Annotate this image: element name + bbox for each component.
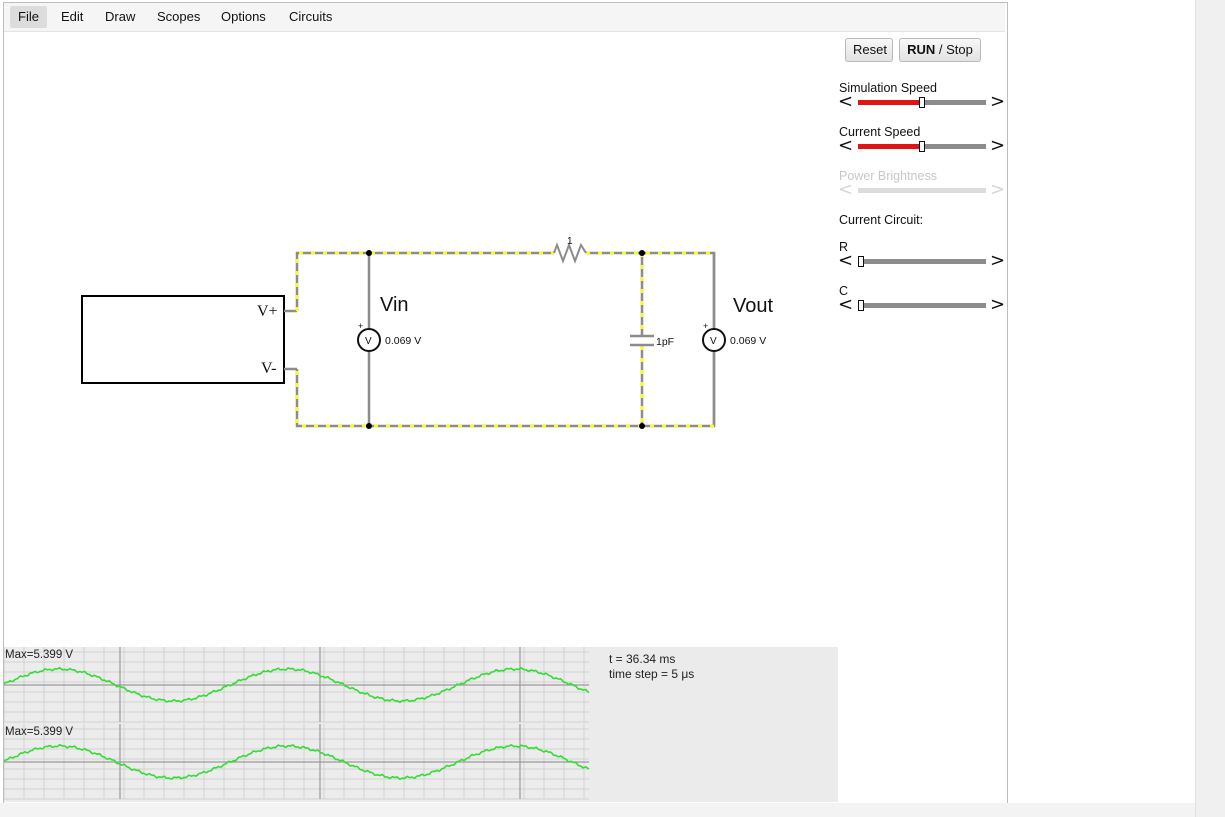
scope-2-max-label: Max=5.399 V: [5, 726, 73, 738]
power-brightness-increase: >: [990, 179, 1006, 200]
menu-bar: File Edit Draw Scopes Options Circuits: [4, 3, 1005, 32]
r-slider-thumb[interactable]: [858, 256, 864, 267]
vout-meter-plus: +: [703, 321, 708, 331]
reset-button[interactable]: Reset: [845, 38, 893, 62]
vout-reading: 0.069 V: [730, 335, 766, 347]
vout-label: Vout: [733, 295, 773, 317]
scope-panel[interactable]: Max=5.399 V Max=5.399 V t = 36.34 ms tim…: [4, 647, 838, 802]
menu-edit[interactable]: Edit: [53, 6, 91, 28]
c-slider-thumb[interactable]: [858, 300, 864, 311]
vin-reading: 0.069 V: [385, 335, 421, 347]
capacitor[interactable]: [630, 334, 654, 347]
c-increase[interactable]: >: [990, 296, 1005, 314]
current-speed-thumb[interactable]: [919, 141, 925, 152]
menu-scopes[interactable]: Scopes: [149, 6, 208, 28]
source-minus-label: V-: [261, 360, 276, 377]
resistor[interactable]: [553, 242, 587, 264]
current-circuit-label: Current Circuit:: [839, 213, 924, 227]
power-brightness-slider: [858, 188, 986, 193]
current-speed-slider[interactable]: [858, 141, 986, 152]
c-slider[interactable]: [858, 300, 986, 311]
vin-meter-symbol: V: [365, 336, 372, 347]
simulation-speed-thumb[interactable]: [919, 97, 925, 108]
c-decrease[interactable]: <: [838, 296, 853, 314]
power-brightness-decrease: <: [838, 179, 854, 200]
simulation-speed-fill: [858, 100, 922, 105]
current-speed-decrease[interactable]: <: [838, 137, 853, 155]
current-speed-increase[interactable]: >: [990, 137, 1005, 155]
vin-label: Vin: [380, 294, 409, 316]
simulation-speed-slider[interactable]: [858, 97, 986, 108]
scope-svg[interactable]: Max=5.399 V Max=5.399 V: [4, 647, 838, 802]
circuit-svg[interactable]: V+ V- 1 1pF V + Vin 0.069 V V + Vout 0.0…: [4, 32, 838, 647]
simulation-speed-decrease[interactable]: <: [838, 93, 853, 111]
r-decrease[interactable]: <: [838, 252, 853, 270]
r-increase[interactable]: >: [990, 252, 1005, 270]
bottom-gutter: [0, 803, 1195, 817]
vin-meter-plus: +: [358, 321, 363, 331]
r-slider[interactable]: [858, 256, 986, 267]
menu-file[interactable]: File: [10, 6, 47, 28]
scrollbar-gutter: [1195, 0, 1225, 817]
vout-meter-symbol: V: [710, 336, 717, 347]
menu-draw[interactable]: Draw: [97, 6, 143, 28]
menu-circuits[interactable]: Circuits: [281, 6, 340, 28]
simulation-speed-increase[interactable]: >: [990, 93, 1005, 111]
circuit-canvas[interactable]: V+ V- 1 1pF V + Vin 0.069 V V + Vout 0.0…: [4, 32, 838, 647]
menu-options[interactable]: Options: [213, 6, 274, 28]
scope-time-step: time step = 5 μs: [609, 667, 695, 681]
capacitor-value: 1pF: [656, 336, 674, 348]
run-label: RUN: [907, 42, 936, 57]
voltage-source-box[interactable]: [81, 295, 285, 384]
scope-1-max-label: Max=5.399 V: [5, 649, 73, 661]
run-stop-button[interactable]: RUN / Stop: [899, 38, 981, 62]
current-speed-fill: [858, 144, 922, 149]
resistor-value: 1: [567, 236, 573, 247]
source-plus-label: V+: [257, 303, 278, 320]
power-brightness-label: Power Brightness: [839, 169, 937, 183]
scope-time: t = 36.34 ms: [609, 652, 676, 666]
simulation-speed-label: Simulation Speed: [839, 81, 937, 95]
stop-label: / Stop: [935, 42, 973, 57]
